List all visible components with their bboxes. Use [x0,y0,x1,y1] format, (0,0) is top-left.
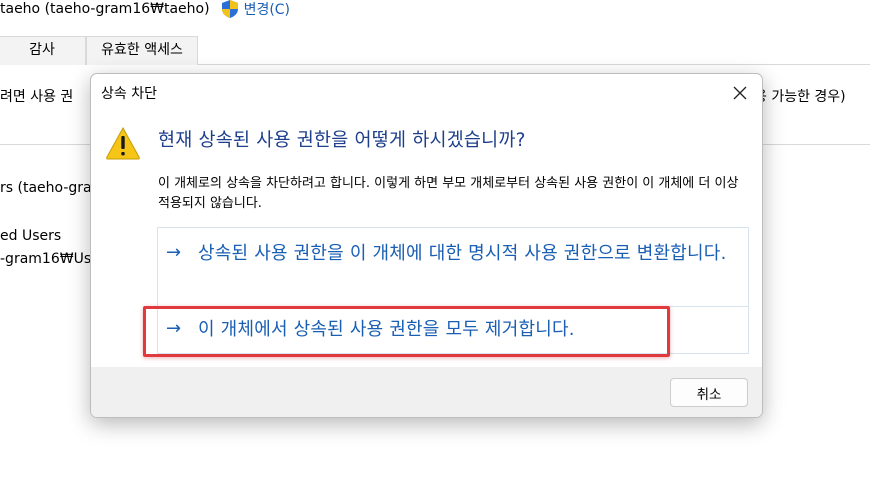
block-inheritance-dialog: 상속 차단 현재 상속된 사용 권한을 어떻게 하시겠습니까? 이 개체로의 상… [90,73,763,418]
dialog-footer: 취소 [91,367,762,417]
bg-text-fragment: 려면 사용 권 [0,89,74,105]
change-owner-link[interactable]: 변경(C) [244,0,290,19]
owner-row: taeho (taeho-gram16₩taeho) 변경(C) [0,0,290,18]
cancel-button[interactable]: 취소 [670,378,748,407]
option-label: 상속된 사용 권한을 이 개체에 대한 명시적 사용 권한으로 변환합니다. [198,243,727,264]
tab-effective-access[interactable]: 유효한 액세스 [86,36,198,65]
dialog-heading: 현재 상속된 사용 권한을 어떻게 하시겠습니까? [158,130,526,151]
tab-audit[interactable]: 감사 [0,36,86,65]
close-icon [733,86,747,100]
permission-entry[interactable]: -gram16₩Use [0,251,100,267]
remove-inherited-permissions-option[interactable]: → 이 개체에서 상속된 사용 권한을 모두 제거합니다. [157,306,749,354]
owner-name: taeho (taeho-gram16₩taeho) [0,1,210,17]
option-label: 이 개체에서 상속된 사용 권한을 모두 제거합니다. [198,319,575,340]
convert-inherited-permissions-option[interactable]: → 상속된 사용 권한을 이 개체에 대한 명시적 사용 권한으로 변환합니다. [157,227,749,307]
bg-text-fragment: 용 가능한 경우) [754,89,846,105]
tab-strip: 감사 유효한 액세스 [0,36,870,65]
dialog-title: 상속 차단 [101,86,157,102]
arrow-right-icon: → [166,242,182,263]
permission-entry[interactable]: rs (taeho-gra [0,180,92,196]
arrow-right-icon: → [166,318,182,339]
close-button[interactable] [718,74,762,112]
dialog-description: 이 개체로의 상속을 차단하려고 합니다. 이렇게 하면 부모 개체로부터 상속… [158,176,739,211]
uac-shield-icon [221,0,238,18]
dialog-titlebar: 상속 차단 [91,74,762,112]
warning-triangle-icon [106,126,140,160]
permission-entry[interactable]: ed Users [0,228,61,244]
